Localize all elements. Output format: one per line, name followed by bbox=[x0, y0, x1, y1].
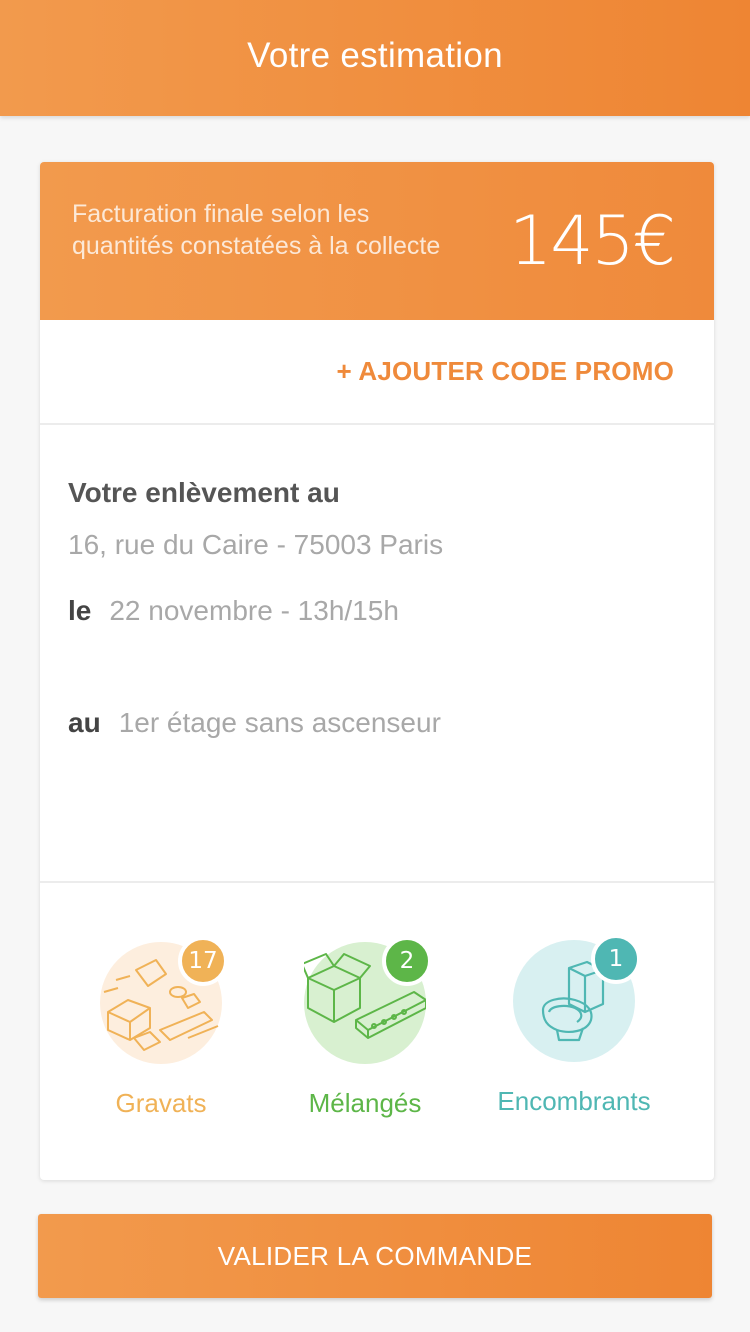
validate-order-button[interactable]: VALIDER LA COMMANDE bbox=[38, 1214, 712, 1298]
waste-label-gravats: Gravats bbox=[115, 1088, 207, 1118]
count-badge: 17 bbox=[178, 936, 228, 986]
pickup-date-row: le 22 novembre - 13h/15h bbox=[68, 595, 399, 627]
date-keyword: le bbox=[68, 595, 92, 626]
count-badge: 2 bbox=[382, 936, 432, 986]
waste-circle: 2 bbox=[304, 936, 432, 1064]
billing-note: Facturation finale selon les quantités c… bbox=[72, 200, 441, 260]
estimate-card: Facturation finale selon les quantités c… bbox=[40, 162, 714, 1180]
waste-label-encombrants: Encombrants bbox=[497, 1086, 651, 1116]
waste-label-melanges: Mélangés bbox=[308, 1088, 422, 1118]
promo-row: + AJOUTER CODE PROMO bbox=[40, 320, 714, 425]
floor-keyword: au bbox=[68, 707, 101, 738]
price-banner: Facturation finale selon les quantités c… bbox=[40, 162, 714, 320]
pickup-floor: 1er étage sans ascenseur bbox=[118, 707, 441, 738]
count-badge: 1 bbox=[591, 934, 641, 984]
waste-circle: 1 bbox=[513, 934, 641, 1062]
page-title: Votre estimation bbox=[247, 36, 503, 75]
add-promo-code-button[interactable]: + AJOUTER CODE PROMO bbox=[337, 356, 674, 387]
waste-item-gravats[interactable]: 17 Gravats bbox=[61, 936, 261, 1119]
pickup-address: 16, rue du Caire - 75003 Paris bbox=[68, 529, 444, 560]
pickup-floor-row: au 1er étage sans ascenseur bbox=[68, 707, 441, 739]
waste-circle: 17 bbox=[100, 936, 228, 1064]
waste-types: 17 Gravats 2 Mélangés 1 Encombrants bbox=[40, 885, 714, 1180]
waste-item-encombrants[interactable]: 1 Encombrants bbox=[474, 934, 674, 1117]
pickup-date: 22 novembre - 13h/15h bbox=[109, 595, 399, 626]
pickup-title: Votre enlèvement au bbox=[68, 477, 340, 508]
header-bar: Votre estimation bbox=[0, 0, 750, 116]
pickup-details: Votre enlèvement au 16, rue du Caire - 7… bbox=[40, 425, 714, 883]
waste-item-melanges[interactable]: 2 Mélangés bbox=[265, 936, 465, 1119]
estimated-price: 145€ bbox=[508, 202, 676, 281]
